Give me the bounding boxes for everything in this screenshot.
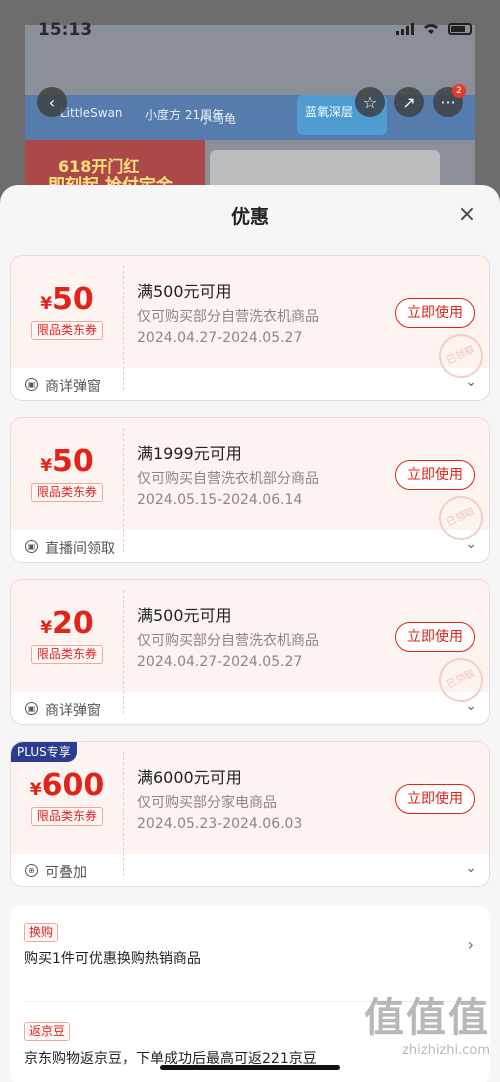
share-icon: ↗ <box>402 92 416 112</box>
coupon-condition: 满1999元可用 <box>137 444 242 463</box>
coupon-category-tag: 限品类东券 <box>31 483 103 502</box>
coupon-condition: 满500元可用 <box>137 282 232 301</box>
use-now-button[interactable]: 立即使用 <box>395 298 475 328</box>
coupon-source: 商详弹窗 <box>45 703 101 719</box>
watermark-url: zhizhizhi.com <box>402 1043 490 1058</box>
chevron-left-icon: ‹ <box>48 92 56 112</box>
coupon-sheet: 优惠 × ¥50 限品类东券 满500元可用 仅可购买部分自营洗衣机商品 202… <box>0 185 500 1082</box>
coupon-source: 直播间领取 <box>45 541 115 557</box>
chevron-down-icon: ⌄ <box>465 698 477 714</box>
home-indicator[interactable] <box>160 1065 340 1070</box>
coupon-scope: 仅可购买部分自营洗衣机商品 <box>137 633 319 649</box>
coupon-condition: 满500元可用 <box>137 606 232 625</box>
use-now-button[interactable]: 立即使用 <box>395 460 475 490</box>
coupon-card: ¥20 限品类东券 满500元可用 仅可购买部分自营洗衣机商品 2024.04.… <box>10 579 490 725</box>
chevron-down-icon: ⌄ <box>465 536 477 552</box>
stack-icon: ⊕ <box>25 864 38 877</box>
coupon-source-row[interactable]: ▣ 商详弹窗 ⌄ <box>11 692 489 724</box>
coupon-dates: 2024.05.23-2024.06.03 <box>137 816 303 832</box>
coupon-card: ¥50 限品类东券 满1999元可用 仅可购买自营洗衣机部分商品 2024.05… <box>10 417 490 563</box>
chevron-right-icon: › <box>467 935 474 954</box>
share-button[interactable]: ↗ <box>394 87 424 117</box>
coupon-scope: 仅可购买部分自营洗衣机商品 <box>137 309 319 325</box>
coupon-amount: ¥20 <box>40 606 94 641</box>
coupon-source-row[interactable]: ▣ 商详弹窗 ⌄ <box>11 368 489 400</box>
coupon-source-row[interactable]: ▣ 直播间领取 ⌄ <box>11 530 489 562</box>
brand-logo-3: 小乌龟 <box>200 112 237 126</box>
coupon-source-row[interactable]: ⊕ 可叠加 ⌄ <box>11 854 489 886</box>
coupon-amount: ¥50 <box>40 444 94 479</box>
promo-tag: 返京豆 <box>24 1022 71 1041</box>
wifi-icon <box>424 24 438 34</box>
source-icon: ▣ <box>25 702 38 715</box>
coupon-amount: ¥50 <box>40 282 94 317</box>
coupon-category-tag: 限品类东券 <box>31 807 103 826</box>
promo-text: 购买1件可优惠换购热销商品 <box>24 951 201 967</box>
watermark-logo: 值值值 <box>364 995 490 1041</box>
promo-tag: 换购 <box>24 923 59 942</box>
coupon-scope: 仅可购买自营洗衣机部分商品 <box>137 471 319 487</box>
coupon-category-tag: 限品类东券 <box>31 645 103 664</box>
status-time: 15:13 <box>38 20 93 40</box>
coupon-dates: 2024.04.27-2024.05.27 <box>137 330 303 346</box>
use-now-button[interactable]: 立即使用 <box>395 784 475 814</box>
use-now-button[interactable]: 立即使用 <box>395 622 475 652</box>
coupon-scope: 仅可购买部分家电商品 <box>137 795 277 811</box>
sheet-title: 优惠 <box>230 206 269 228</box>
coupon-source: 商详弹窗 <box>45 379 101 395</box>
favorite-button[interactable]: ☆ <box>355 87 385 117</box>
brand-logo-1: LittleSwan <box>60 106 123 120</box>
star-icon: ☆ <box>362 92 378 112</box>
blue-box-title: 蓝氧深层 <box>305 105 354 119</box>
coupon-dates: 2024.05.15-2024.06.14 <box>137 492 303 508</box>
coupon-amount: ¥600 <box>29 768 105 803</box>
coupon-category-tag: 限品类东券 <box>31 321 103 340</box>
status-icons <box>396 22 472 35</box>
close-button[interactable]: × <box>456 204 478 226</box>
notification-badge: 2 <box>452 84 466 98</box>
source-icon: ▣ <box>25 540 38 553</box>
signal-icon <box>396 22 414 35</box>
close-icon: × <box>457 202 477 227</box>
back-button[interactable]: ‹ <box>37 87 67 117</box>
coupon-source: 可叠加 <box>45 865 87 881</box>
coupon-condition: 满6000元可用 <box>137 768 242 787</box>
coupon-card: ¥50 限品类东券 满500元可用 仅可购买部分自营洗衣机商品 2024.04.… <box>10 255 490 401</box>
plus-exclusive-badge: PLUS专享 <box>11 742 77 762</box>
chevron-down-icon: ⌄ <box>465 374 477 390</box>
battery-icon <box>448 22 472 35</box>
source-icon: ▣ <box>25 378 38 391</box>
coupon-card: PLUS专享 ¥600 限品类东券 满6000元可用 仅可购买部分家电商品 20… <box>10 741 490 887</box>
chevron-down-icon: ⌄ <box>465 860 477 876</box>
watermark: 值值值 zhizhizhi.com <box>364 985 490 1058</box>
coupon-dates: 2024.04.27-2024.05.27 <box>137 654 303 670</box>
